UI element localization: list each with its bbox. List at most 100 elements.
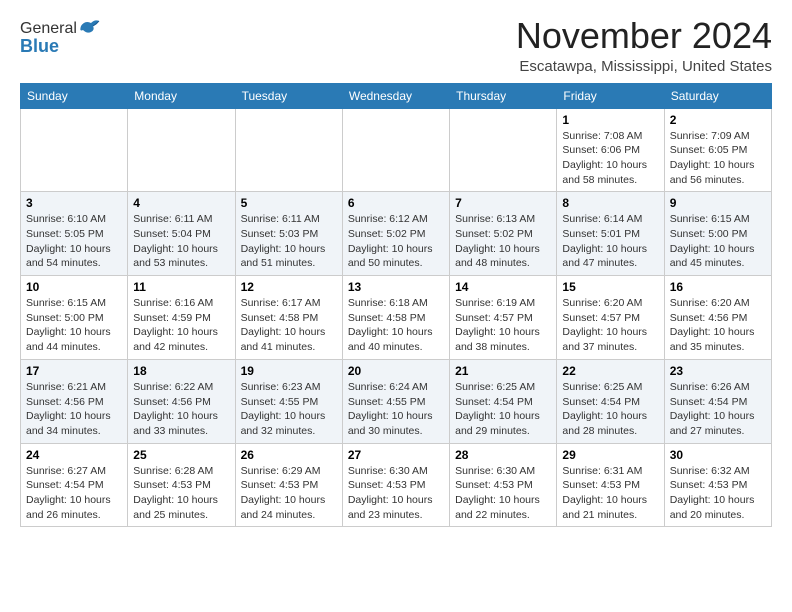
day-number: 29 [562, 448, 658, 462]
calendar-row-3: 17 Sunrise: 6:21 AMSunset: 4:56 PMDaylig… [21, 359, 772, 443]
day-info: Sunrise: 6:31 AMSunset: 4:53 PMDaylight:… [562, 465, 647, 521]
day-info: Sunrise: 6:18 AMSunset: 4:58 PMDaylight:… [348, 297, 433, 353]
day-info: Sunrise: 6:28 AMSunset: 4:53 PMDaylight:… [133, 465, 218, 521]
calendar-cell [21, 108, 128, 192]
day-number: 9 [670, 196, 766, 210]
day-number: 10 [26, 280, 122, 294]
day-info: Sunrise: 6:27 AMSunset: 4:54 PMDaylight:… [26, 465, 111, 521]
day-info: Sunrise: 6:19 AMSunset: 4:57 PMDaylight:… [455, 297, 540, 353]
calendar-cell: 24 Sunrise: 6:27 AMSunset: 4:54 PMDaylig… [21, 443, 128, 527]
day-number: 4 [133, 196, 229, 210]
day-number: 5 [241, 196, 337, 210]
day-number: 26 [241, 448, 337, 462]
month-title: November 2024 [516, 16, 772, 56]
calendar-cell: 30 Sunrise: 6:32 AMSunset: 4:53 PMDaylig… [664, 443, 771, 527]
day-info: Sunrise: 6:11 AMSunset: 5:03 PMDaylight:… [241, 213, 326, 269]
calendar-cell: 22 Sunrise: 6:25 AMSunset: 4:54 PMDaylig… [557, 359, 664, 443]
calendar-cell: 25 Sunrise: 6:28 AMSunset: 4:53 PMDaylig… [128, 443, 235, 527]
day-number: 18 [133, 364, 229, 378]
calendar-cell [235, 108, 342, 192]
calendar-cell [128, 108, 235, 192]
calendar-cell: 8 Sunrise: 6:14 AMSunset: 5:01 PMDayligh… [557, 192, 664, 276]
calendar-cell: 28 Sunrise: 6:30 AMSunset: 4:53 PMDaylig… [450, 443, 557, 527]
day-number: 14 [455, 280, 551, 294]
calendar-cell: 10 Sunrise: 6:15 AMSunset: 5:00 PMDaylig… [21, 276, 128, 360]
header: General Blue November 2024 Escatawpa, Mi… [20, 16, 772, 75]
day-info: Sunrise: 6:10 AMSunset: 5:05 PMDaylight:… [26, 213, 111, 269]
day-number: 8 [562, 196, 658, 210]
day-number: 13 [348, 280, 444, 294]
day-info: Sunrise: 6:21 AMSunset: 4:56 PMDaylight:… [26, 381, 111, 437]
day-info: Sunrise: 6:11 AMSunset: 5:04 PMDaylight:… [133, 213, 218, 269]
day-info: Sunrise: 6:26 AMSunset: 4:54 PMDaylight:… [670, 381, 755, 437]
day-number: 1 [562, 113, 658, 127]
calendar-cell: 27 Sunrise: 6:30 AMSunset: 4:53 PMDaylig… [342, 443, 449, 527]
logo-blue-text: Blue [20, 36, 59, 57]
location: Escatawpa, Mississippi, United States [516, 58, 772, 75]
calendar-cell: 16 Sunrise: 6:20 AMSunset: 4:56 PMDaylig… [664, 276, 771, 360]
day-info: Sunrise: 7:09 AMSunset: 6:05 PMDaylight:… [670, 130, 755, 186]
calendar-cell: 14 Sunrise: 6:19 AMSunset: 4:57 PMDaylig… [450, 276, 557, 360]
calendar-cell: 1 Sunrise: 7:08 AMSunset: 6:06 PMDayligh… [557, 108, 664, 192]
day-info: Sunrise: 6:16 AMSunset: 4:59 PMDaylight:… [133, 297, 218, 353]
calendar-cell [342, 108, 449, 192]
calendar-cell: 7 Sunrise: 6:13 AMSunset: 5:02 PMDayligh… [450, 192, 557, 276]
day-number: 3 [26, 196, 122, 210]
day-info: Sunrise: 6:29 AMSunset: 4:53 PMDaylight:… [241, 465, 326, 521]
day-number: 6 [348, 196, 444, 210]
weekday-header-wednesday: Wednesday [342, 83, 449, 108]
day-info: Sunrise: 6:22 AMSunset: 4:56 PMDaylight:… [133, 381, 218, 437]
day-info: Sunrise: 6:20 AMSunset: 4:57 PMDaylight:… [562, 297, 647, 353]
day-info: Sunrise: 6:24 AMSunset: 4:55 PMDaylight:… [348, 381, 433, 437]
calendar-cell: 3 Sunrise: 6:10 AMSunset: 5:05 PMDayligh… [21, 192, 128, 276]
day-info: Sunrise: 6:15 AMSunset: 5:00 PMDaylight:… [26, 297, 111, 353]
day-info: Sunrise: 6:20 AMSunset: 4:56 PMDaylight:… [670, 297, 755, 353]
calendar-cell: 23 Sunrise: 6:26 AMSunset: 4:54 PMDaylig… [664, 359, 771, 443]
day-number: 23 [670, 364, 766, 378]
calendar-cell: 5 Sunrise: 6:11 AMSunset: 5:03 PMDayligh… [235, 192, 342, 276]
calendar-header-row: SundayMondayTuesdayWednesdayThursdayFrid… [21, 83, 772, 108]
day-info: Sunrise: 6:13 AMSunset: 5:02 PMDaylight:… [455, 213, 540, 269]
calendar-cell: 29 Sunrise: 6:31 AMSunset: 4:53 PMDaylig… [557, 443, 664, 527]
weekday-header-tuesday: Tuesday [235, 83, 342, 108]
calendar-cell: 11 Sunrise: 6:16 AMSunset: 4:59 PMDaylig… [128, 276, 235, 360]
calendar-cell: 15 Sunrise: 6:20 AMSunset: 4:57 PMDaylig… [557, 276, 664, 360]
weekday-header-thursday: Thursday [450, 83, 557, 108]
calendar-row-4: 24 Sunrise: 6:27 AMSunset: 4:54 PMDaylig… [21, 443, 772, 527]
day-number: 25 [133, 448, 229, 462]
day-info: Sunrise: 6:30 AMSunset: 4:53 PMDaylight:… [455, 465, 540, 521]
calendar-cell: 17 Sunrise: 6:21 AMSunset: 4:56 PMDaylig… [21, 359, 128, 443]
calendar-row-1: 3 Sunrise: 6:10 AMSunset: 5:05 PMDayligh… [21, 192, 772, 276]
day-info: Sunrise: 7:08 AMSunset: 6:06 PMDaylight:… [562, 130, 647, 186]
day-info: Sunrise: 6:23 AMSunset: 4:55 PMDaylight:… [241, 381, 326, 437]
day-number: 11 [133, 280, 229, 294]
weekday-header-saturday: Saturday [664, 83, 771, 108]
day-info: Sunrise: 6:12 AMSunset: 5:02 PMDaylight:… [348, 213, 433, 269]
day-number: 19 [241, 364, 337, 378]
day-info: Sunrise: 6:17 AMSunset: 4:58 PMDaylight:… [241, 297, 326, 353]
calendar-cell: 6 Sunrise: 6:12 AMSunset: 5:02 PMDayligh… [342, 192, 449, 276]
calendar-table: SundayMondayTuesdayWednesdayThursdayFrid… [20, 83, 772, 528]
calendar-cell: 18 Sunrise: 6:22 AMSunset: 4:56 PMDaylig… [128, 359, 235, 443]
weekday-header-sunday: Sunday [21, 83, 128, 108]
calendar-cell: 13 Sunrise: 6:18 AMSunset: 4:58 PMDaylig… [342, 276, 449, 360]
day-number: 2 [670, 113, 766, 127]
calendar-cell: 20 Sunrise: 6:24 AMSunset: 4:55 PMDaylig… [342, 359, 449, 443]
calendar-row-2: 10 Sunrise: 6:15 AMSunset: 5:00 PMDaylig… [21, 276, 772, 360]
day-info: Sunrise: 6:32 AMSunset: 4:53 PMDaylight:… [670, 465, 755, 521]
page: General Blue November 2024 Escatawpa, Mi… [0, 0, 792, 543]
logo: General Blue [20, 20, 101, 57]
weekday-header-friday: Friday [557, 83, 664, 108]
calendar-row-0: 1 Sunrise: 7:08 AMSunset: 6:06 PMDayligh… [21, 108, 772, 192]
day-info: Sunrise: 6:30 AMSunset: 4:53 PMDaylight:… [348, 465, 433, 521]
calendar-cell: 9 Sunrise: 6:15 AMSunset: 5:00 PMDayligh… [664, 192, 771, 276]
day-info: Sunrise: 6:14 AMSunset: 5:01 PMDaylight:… [562, 213, 647, 269]
day-number: 20 [348, 364, 444, 378]
calendar-cell: 2 Sunrise: 7:09 AMSunset: 6:05 PMDayligh… [664, 108, 771, 192]
day-number: 28 [455, 448, 551, 462]
calendar-cell: 26 Sunrise: 6:29 AMSunset: 4:53 PMDaylig… [235, 443, 342, 527]
day-number: 16 [670, 280, 766, 294]
day-number: 27 [348, 448, 444, 462]
calendar-cell: 21 Sunrise: 6:25 AMSunset: 4:54 PMDaylig… [450, 359, 557, 443]
day-number: 24 [26, 448, 122, 462]
